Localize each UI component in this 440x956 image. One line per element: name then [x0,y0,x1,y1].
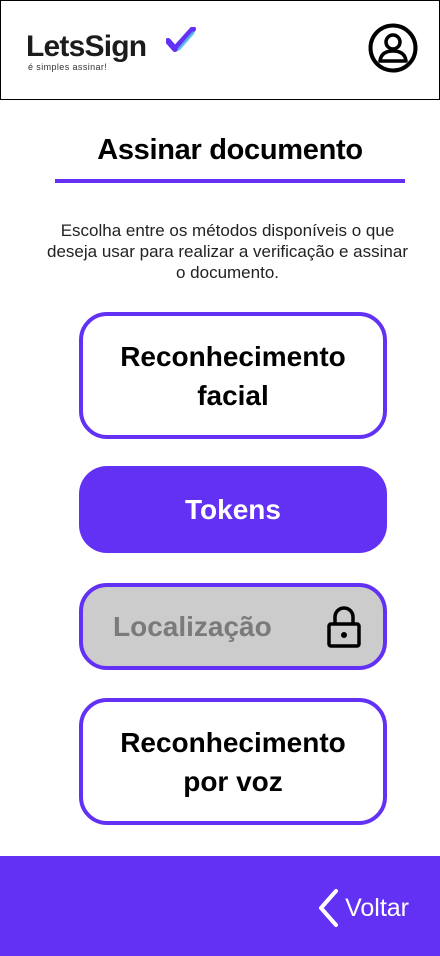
letssign-logo[interactable]: LetsSign é simples assinar! [26,27,206,78]
back-label: Voltar [345,893,409,922]
tokens-label: Tokens [185,494,281,525]
lock-icon [327,606,361,648]
logo-tagline: é simples assinar! [28,62,108,72]
title-underline [55,179,405,183]
app-header: LetsSign é simples assinar! [0,0,440,100]
voice-recognition-label: Reconhecimento por voz [120,726,346,797]
location-button-locked: Localização [79,583,387,670]
instructions-text: Escolha entre os métodos disponíveis o q… [47,221,408,282]
location-label: Localização [113,611,272,642]
app-footer: Voltar [0,856,440,956]
logo-name: LetsSign [26,30,147,63]
voice-recognition-button[interactable]: Reconhecimento por voz [79,698,387,825]
back-button[interactable]: Voltar [316,888,409,928]
checkmark-icon [166,27,196,52]
page-title: Assinar documento [97,134,363,166]
user-avatar-icon[interactable] [368,23,418,73]
tokens-button[interactable]: Tokens [79,466,387,553]
facial-recognition-label: Reconhecimento facial [120,340,346,411]
facial-recognition-button[interactable]: Reconhecimento facial [79,312,387,439]
chevron-left-icon [319,889,339,927]
